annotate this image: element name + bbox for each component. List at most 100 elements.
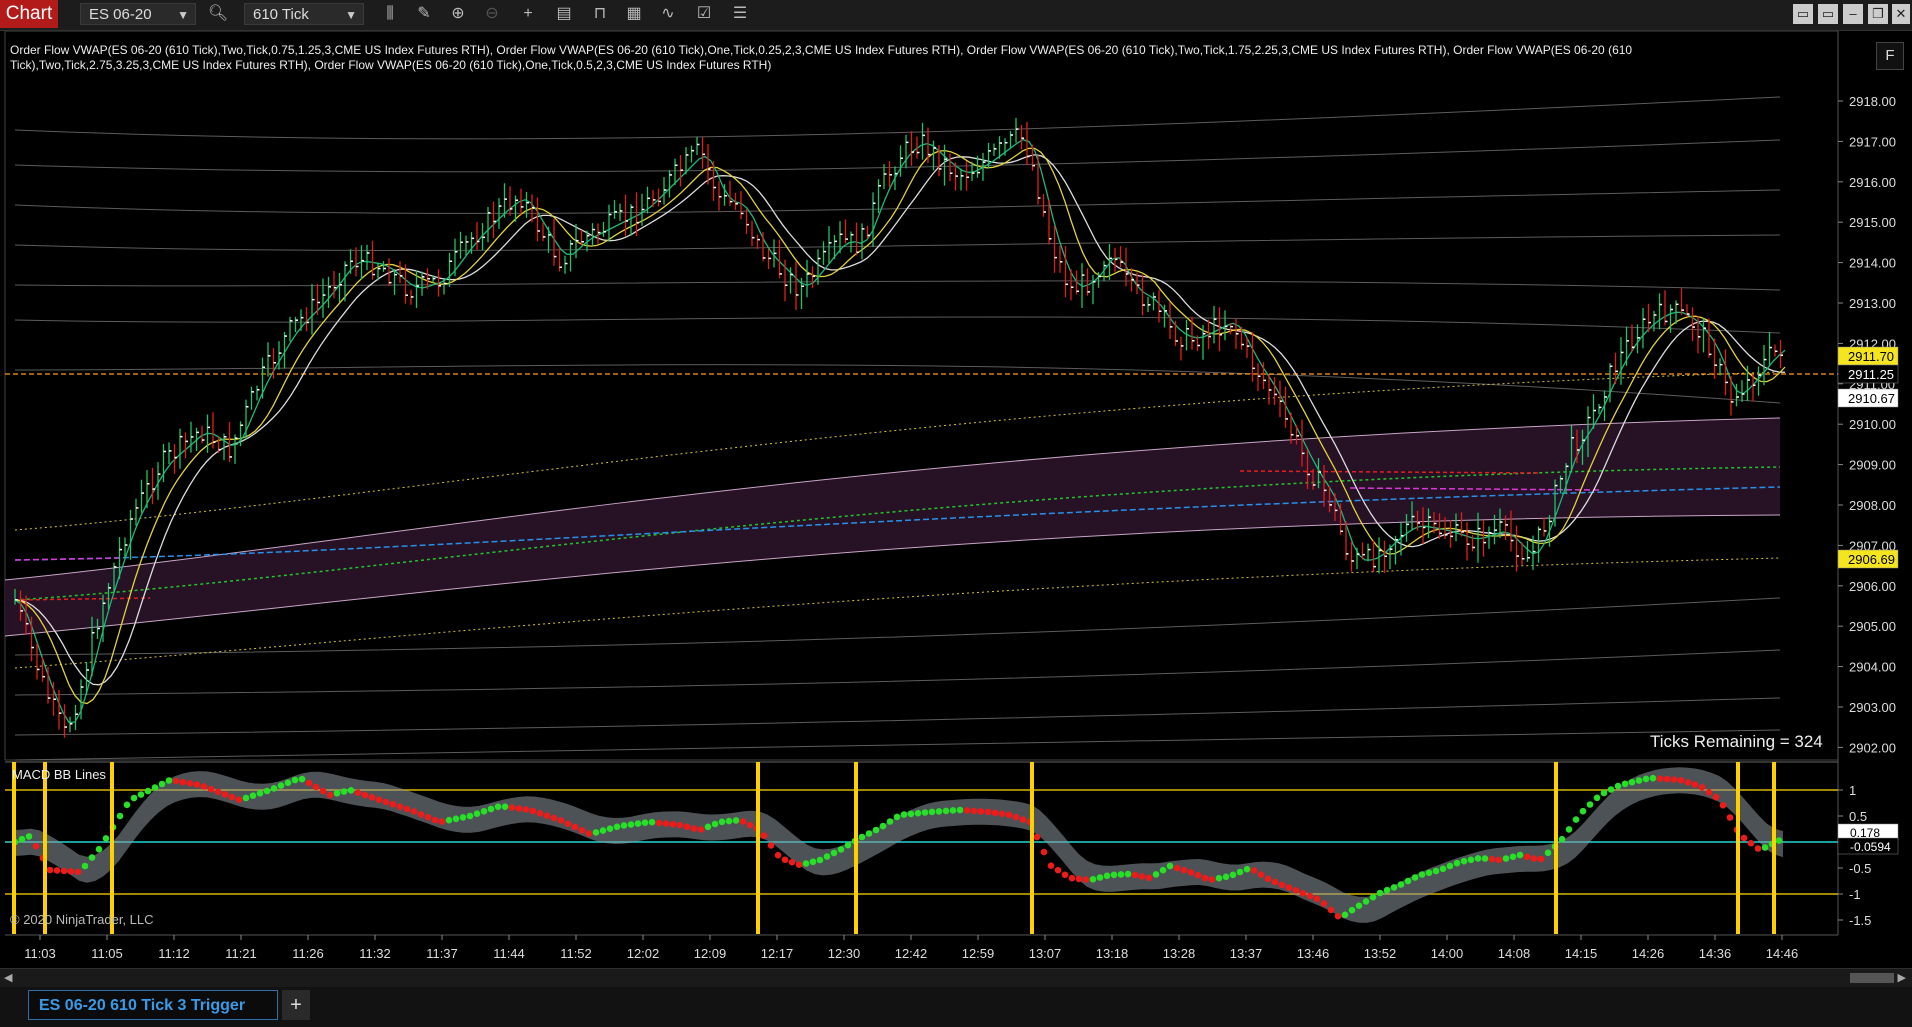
- ohlc-bar: [1273, 377, 1277, 405]
- macd-dot: [1565, 826, 1573, 833]
- macd-dot: [207, 785, 215, 793]
- list-icon[interactable]: ☰: [728, 3, 752, 25]
- ohlc-bar: [399, 261, 403, 284]
- macd-dot: [774, 851, 782, 859]
- macd-dot: [1383, 886, 1391, 894]
- macd-dot: [564, 820, 572, 828]
- scroll-left-icon[interactable]: ◀: [4, 969, 12, 987]
- ohlc-bar: [140, 479, 144, 513]
- scroll-right-icon[interactable]: ▶: [1898, 969, 1906, 987]
- ticks-remaining: Ticks Remaining = 324: [1650, 732, 1823, 751]
- ohlc-bar: [1774, 344, 1778, 357]
- price-marker: 2911.70: [1837, 346, 1899, 366]
- macd-dot: [46, 866, 54, 874]
- zoom-in-icon[interactable]: ⊕: [446, 3, 470, 25]
- macd-dot: [732, 817, 740, 824]
- macd-dot: [1313, 895, 1321, 903]
- price-axis-label: 2917.00: [1849, 134, 1896, 149]
- search-icon[interactable]: 🔍︎: [206, 3, 230, 25]
- chevron-down-icon: ▼: [345, 8, 357, 22]
- ohlc-bar: [663, 177, 667, 205]
- ohlc-bar: [806, 259, 810, 298]
- properties-icon[interactable]: ⊓: [588, 3, 612, 25]
- ohlc-bar: [580, 230, 584, 246]
- macd-dot: [1376, 889, 1384, 897]
- ohlc-bar: [536, 197, 540, 242]
- layout-icon[interactable]: ▭: [1793, 4, 1813, 24]
- horizontal-scrollbar[interactable]: ◀ ▶: [0, 968, 1912, 987]
- macd-dot: [991, 809, 999, 817]
- ohlc-bar: [899, 145, 903, 177]
- ohlc-bar: [1004, 138, 1008, 156]
- macd-dot: [277, 782, 285, 789]
- templates-icon[interactable]: ▤: [552, 3, 576, 25]
- ohlc-bar: [773, 239, 777, 268]
- layout-alt-icon[interactable]: ▭: [1818, 4, 1838, 24]
- ohlc-bar: [1680, 288, 1684, 316]
- macd-dot: [1628, 778, 1636, 786]
- time-axis-label: 13:46: [1297, 946, 1330, 961]
- macd-dot: [1740, 834, 1748, 842]
- ohlc-bar: [52, 681, 56, 716]
- time-axis-label: 14:08: [1498, 946, 1531, 961]
- ohlc-bar: [1763, 344, 1767, 386]
- bar-style-icon[interactable]: ⫼: [378, 3, 402, 25]
- time-axis-label: 14:15: [1565, 946, 1598, 961]
- ohlc-bar: [1064, 246, 1068, 298]
- macd-dot: [130, 794, 138, 802]
- macd-dot: [256, 790, 264, 797]
- price-axis-label: 2908.00: [1849, 498, 1896, 513]
- close-icon[interactable]: ✕: [1892, 4, 1910, 24]
- macd-dot: [340, 788, 348, 795]
- macd-dot: [60, 867, 68, 875]
- macd-dot: [165, 777, 173, 784]
- macd-dot: [1467, 856, 1475, 864]
- strategies-icon[interactable]: ☑: [692, 3, 716, 25]
- vwap-deviation-line: [14, 280, 1781, 291]
- macd-dot: [1425, 869, 1433, 877]
- ohlc-bar: [1664, 290, 1668, 326]
- data-series-icon[interactable]: ▦: [622, 3, 646, 25]
- instrument-selector[interactable]: ES 06-20 ▼: [80, 3, 196, 25]
- ohlc-bar: [624, 194, 628, 237]
- macd-dot: [431, 816, 439, 824]
- chart-menu-button[interactable]: Chart: [0, 0, 58, 28]
- macd-axis-label: 0.5: [1849, 809, 1867, 824]
- ohlc-bar: [1152, 292, 1156, 311]
- macd-dot: [1474, 855, 1482, 862]
- macd-dot: [529, 807, 537, 815]
- ohlc-bar: [932, 140, 936, 171]
- time-axis-label: 12:02: [627, 946, 660, 961]
- macd-dot: [1439, 865, 1447, 873]
- add-tab-button[interactable]: +: [282, 990, 310, 1020]
- drawing-tools-icon[interactable]: ✎: [412, 3, 436, 25]
- price-marker: 2906.69: [1837, 549, 1899, 569]
- ohlc-bar: [1466, 521, 1470, 561]
- macd-dot: [1320, 900, 1328, 907]
- chart-area[interactable]: 2918.00 2917.00 2916.00 2915.00 2914.00 2913.…: [0, 30, 1912, 966]
- macd-dot: [1691, 781, 1699, 788]
- interval-selector[interactable]: 610 Tick ▼: [244, 3, 364, 25]
- vwap-deviation-line: [14, 234, 1781, 251]
- macd-dot: [193, 781, 201, 788]
- tab-es-chart[interactable]: ES 06-20 610 Tick 3 Trigger: [28, 990, 278, 1020]
- price-marker-label: 2906.69: [1848, 552, 1895, 567]
- macd-dot: [1145, 874, 1153, 882]
- restore-icon[interactable]: ❐: [1868, 4, 1888, 24]
- ohlc-bar: [960, 168, 964, 191]
- ohlc-bar: [1708, 318, 1712, 358]
- zoom-out-icon[interactable]: ⊖: [480, 3, 504, 25]
- flatten-button[interactable]: F: [1876, 42, 1904, 70]
- price-axis-label: 2910.00: [1849, 417, 1896, 432]
- price-marker: 2910.67: [1837, 388, 1899, 408]
- scroll-thumb[interactable]: [1850, 973, 1894, 983]
- crosshair-icon[interactable]: +: [516, 3, 540, 25]
- macd-dot: [1152, 871, 1160, 878]
- ohlc-bar: [1367, 543, 1371, 562]
- ohlc-bar: [789, 267, 793, 294]
- macd-dot: [1460, 857, 1468, 865]
- indicators-icon[interactable]: ∿: [656, 3, 680, 25]
- macd-marker: 0.178: [1837, 823, 1899, 841]
- minimize-icon[interactable]: –: [1843, 4, 1863, 24]
- macd-dot: [1446, 862, 1454, 870]
